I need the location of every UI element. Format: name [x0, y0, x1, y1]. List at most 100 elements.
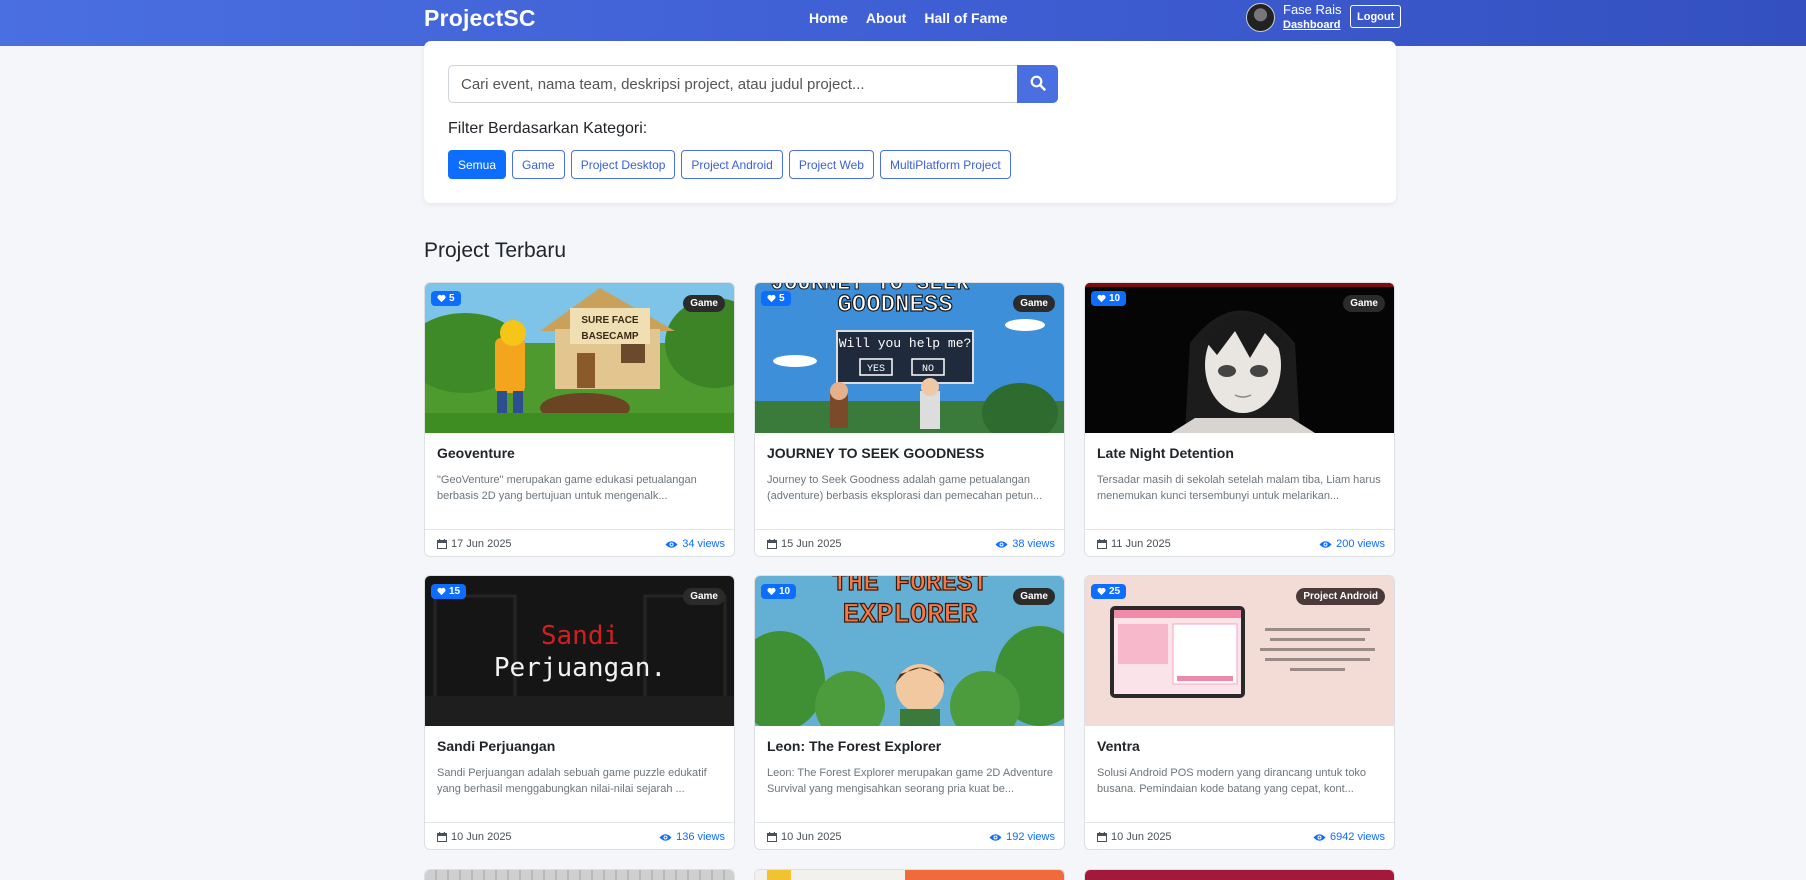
- navbar: ProjectSC Home About Hall of Fame Fase R…: [0, 0, 1806, 46]
- card-footer: 10 Jun 2025 192 views: [755, 822, 1064, 849]
- project-views: 38 views: [995, 538, 1055, 550]
- eye-icon: [995, 540, 1008, 548]
- project-card[interactable]: 10 Game Late Night Detention Tersadar ma…: [1084, 282, 1395, 557]
- heart-icon: [767, 294, 776, 303]
- filter-multiplatform-project[interactable]: MultiPlatform Project: [879, 150, 1011, 179]
- project-date: 17 Jun 2025: [437, 538, 512, 550]
- thumb-text: SURE FACE: [581, 315, 639, 326]
- filter-project-android[interactable]: Project Android: [681, 150, 783, 179]
- project-date: 15 Jun 2025: [767, 538, 842, 550]
- user-name: Fase Rais: [1283, 2, 1342, 17]
- project-title[interactable]: Sandi Perjuangan: [437, 738, 727, 754]
- eye-icon: [1313, 833, 1326, 841]
- project-title[interactable]: Late Night Detention: [1097, 445, 1387, 461]
- project-description: Tersadar masih di sekolah setelah malam …: [1097, 474, 1381, 502]
- likes-count: 5: [449, 293, 455, 304]
- section-title: Project Terbaru: [424, 239, 567, 262]
- search-button[interactable]: [1017, 65, 1058, 103]
- project-description: Journey to Seek Goodness adalah game pet…: [767, 474, 1043, 502]
- category-badge: Game: [1013, 295, 1055, 312]
- logout-button[interactable]: Logout: [1350, 5, 1402, 28]
- calendar-icon: [767, 539, 777, 549]
- eye-icon: [665, 540, 678, 548]
- likes-count: 15: [449, 586, 461, 597]
- project-title[interactable]: JOURNEY TO SEEK GOODNESS: [767, 445, 1057, 461]
- eye-icon: [1319, 540, 1332, 548]
- project-date: 10 Jun 2025: [1097, 831, 1172, 843]
- nav-link-about[interactable]: About: [857, 10, 915, 26]
- project-title[interactable]: Geoventure: [437, 445, 727, 461]
- svg-text:THE FOREST: THE FOREST: [832, 576, 988, 598]
- filter-project-web[interactable]: Project Web: [788, 150, 874, 179]
- project-card-partial[interactable]: [1084, 869, 1395, 880]
- filter-project-desktop[interactable]: Project Desktop: [570, 150, 676, 179]
- heart-icon: [437, 294, 446, 303]
- nav-links: Home About Hall of Fame: [800, 10, 1017, 26]
- likes-badge: 10: [761, 584, 797, 599]
- svg-text:Will you help me?: Will you help me?: [839, 336, 972, 351]
- nav-link-hall-of-fame[interactable]: Hall of Fame: [915, 10, 1016, 26]
- project-views: 6942 views: [1313, 831, 1385, 843]
- project-card[interactable]: JOURNEY TO SEEK GOODNESS Will you help m…: [754, 282, 1065, 557]
- avatar[interactable]: [1246, 3, 1275, 32]
- project-date: 10 Jun 2025: [767, 831, 842, 843]
- search-icon: [1030, 75, 1046, 91]
- card-footer: 10 Jun 2025 136 views: [425, 822, 734, 849]
- category-badge: Game: [683, 295, 725, 312]
- heart-icon: [767, 587, 776, 596]
- filter-semua[interactable]: Semua: [448, 150, 507, 179]
- project-views: 200 views: [1319, 538, 1385, 550]
- project-views: 192 views: [989, 831, 1055, 843]
- likes-count: 25: [1109, 586, 1121, 597]
- search-input[interactable]: [448, 65, 1018, 103]
- likes-badge: 5: [761, 291, 791, 306]
- likes-badge: 15: [431, 584, 467, 599]
- card-footer: 15 Jun 2025 38 views: [755, 529, 1064, 556]
- heart-icon: [1097, 587, 1106, 596]
- project-description: "GeoVenture" merupakan game edukasi petu…: [437, 474, 697, 502]
- calendar-icon: [437, 539, 447, 549]
- project-description: Solusi Android POS modern yang dirancang…: [1097, 767, 1367, 795]
- filter-game[interactable]: Game: [512, 150, 565, 179]
- project-card[interactable]: Sandi Perjuangan. 15 Game Sandi Perjuang…: [424, 575, 735, 850]
- calendar-icon: [1097, 832, 1107, 842]
- eye-icon: [989, 833, 1002, 841]
- project-title[interactable]: Ventra: [1097, 738, 1387, 754]
- card-footer: 10 Jun 2025 6942 views: [1085, 822, 1394, 849]
- svg-text:BASECAMP: BASECAMP: [581, 331, 639, 342]
- svg-text:NO: NO: [922, 364, 934, 375]
- svg-text:Perjuangan.: Perjuangan.: [494, 653, 666, 683]
- brand-logo[interactable]: ProjectSC: [424, 5, 536, 32]
- calendar-icon: [1097, 539, 1107, 549]
- project-card[interactable]: THE FOREST EXPLORER 10 Game Leon: The Fo…: [754, 575, 1065, 850]
- heart-icon: [437, 587, 446, 596]
- category-badge: Game: [1013, 588, 1055, 605]
- svg-text:EXPLORER: EXPLORER: [843, 600, 978, 631]
- likes-badge: 10: [1091, 291, 1127, 306]
- likes-count: 5: [779, 293, 785, 304]
- project-description: Sandi Perjuangan adalah sebuah game puzz…: [437, 767, 707, 795]
- category-badge: Project Android: [1296, 588, 1385, 605]
- project-date: 10 Jun 2025: [437, 831, 512, 843]
- filter-label: Filter Berdasarkan Kategori:: [448, 120, 648, 137]
- likes-badge: 5: [431, 291, 461, 306]
- nav-link-home[interactable]: Home: [800, 10, 857, 26]
- likes-count: 10: [779, 586, 791, 597]
- project-card[interactable]: 25 Project Android Ventra Solusi Android…: [1084, 575, 1395, 850]
- project-card-partial[interactable]: [754, 869, 1065, 880]
- project-date: 11 Jun 2025: [1097, 538, 1171, 550]
- category-badge: Game: [1343, 295, 1385, 312]
- svg-text:YES: YES: [867, 364, 885, 375]
- card-footer: 17 Jun 2025 34 views: [425, 529, 734, 556]
- project-card-partial[interactable]: [424, 869, 735, 880]
- likes-count: 10: [1109, 293, 1121, 304]
- calendar-icon: [437, 832, 447, 842]
- project-card[interactable]: SURE FACE BASECAMP 5 Game Geoventure "Ge…: [424, 282, 735, 557]
- project-views: 34 views: [665, 538, 725, 550]
- project-description: Leon: The Forest Explorer merupakan game…: [767, 767, 1053, 795]
- dashboard-link[interactable]: Dashboard: [1283, 19, 1340, 31]
- project-title[interactable]: Leon: The Forest Explorer: [767, 738, 1057, 754]
- heart-icon: [1097, 294, 1106, 303]
- card-footer: 11 Jun 2025 200 views: [1085, 529, 1394, 556]
- category-badge: Game: [683, 588, 725, 605]
